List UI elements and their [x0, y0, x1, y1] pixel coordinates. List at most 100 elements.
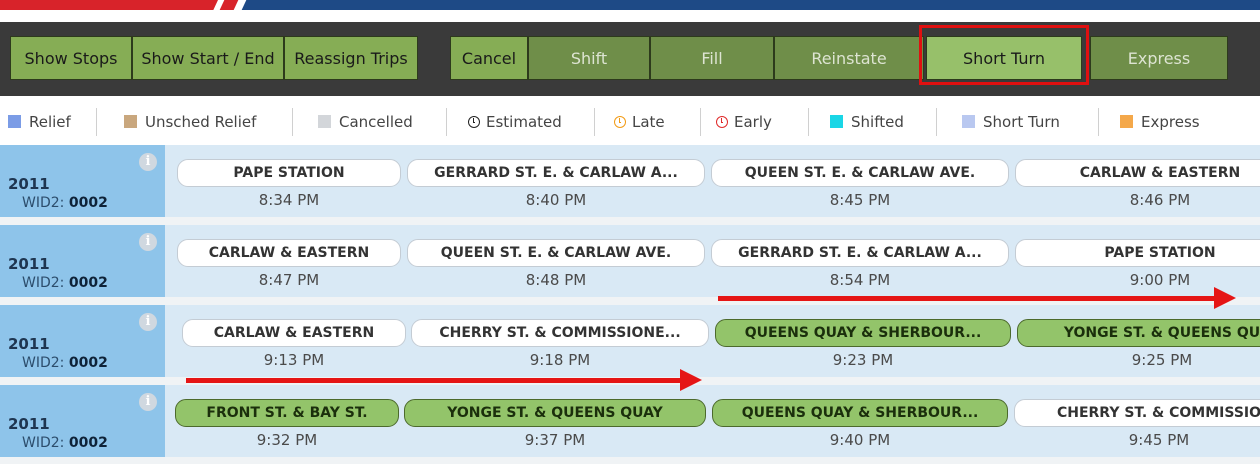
legend-label: Estimated: [486, 113, 562, 131]
trip-row: i 2011 WID2: 0002 CARLAW & EASTERN 9:13 …: [0, 305, 1260, 377]
status-legend: Relief Unsched Relief Cancelled Estimate…: [0, 100, 1260, 144]
express-stop-chip[interactable]: QUEENS QUAY & SHERBOUR...: [712, 399, 1008, 427]
wid-value: 0002: [68, 435, 108, 451]
stop-chip[interactable]: GERRARD ST. E. & CARLAW A...: [711, 239, 1009, 267]
stop-time: 9:40 PM: [829, 431, 891, 449]
stop-time: 9:18 PM: [529, 351, 591, 369]
stop-time: 9:45 PM: [1128, 431, 1190, 449]
clock-icon: [468, 116, 480, 128]
brand-stripe-blue: [241, 0, 1260, 10]
brand-stripe-red: [0, 0, 218, 10]
wid-label: WID2: 0002: [22, 275, 108, 291]
stop-chip[interactable]: QUEEN ST. E. & CARLAW AVE.: [711, 159, 1009, 187]
wid-caption: WID2:: [22, 195, 65, 211]
legend-short-turn: Short Turn: [962, 110, 1060, 134]
info-icon[interactable]: i: [139, 153, 157, 171]
legend-cancelled: Cancelled: [318, 110, 413, 134]
shifted-swatch: [830, 115, 843, 128]
trip-row: i 2011 WID2: 0002 PAPE STATION 8:34 PM G…: [0, 145, 1260, 217]
run-number: 2011: [8, 335, 50, 353]
wid-caption: WID2:: [22, 275, 65, 291]
short-turn-highlight: [919, 25, 1089, 85]
express-stop-chip[interactable]: QUEENS QUAY & SHERBOUR...: [715, 319, 1011, 347]
legend-divider: [936, 108, 937, 136]
stop-time: 9:37 PM: [524, 431, 586, 449]
cancel-button[interactable]: Cancel: [450, 36, 528, 80]
express-stop-chip[interactable]: YONGE ST. & QUEENS QUAY: [404, 399, 706, 427]
legend-late: Late: [614, 110, 665, 134]
fill-button[interactable]: Fill: [650, 36, 774, 80]
legend-label: Shifted: [851, 113, 904, 131]
wid-value: 0002: [68, 275, 108, 291]
run-number: 2011: [8, 415, 50, 433]
show-stops-button[interactable]: Show Stops: [10, 36, 132, 80]
short-turn-swatch: [962, 115, 975, 128]
run-number: 2011: [8, 175, 50, 193]
stop-time: 8:54 PM: [829, 271, 891, 289]
legend-label: Cancelled: [339, 113, 413, 131]
trip-header: i 2011 WID2: 0002: [0, 145, 165, 217]
stop-time: 9:13 PM: [263, 351, 325, 369]
stop-chip[interactable]: GERRARD ST. E. & CARLAW A...: [407, 159, 705, 187]
legend-express: Express: [1120, 110, 1200, 134]
legend-unsched-relief: Unsched Relief: [124, 110, 256, 134]
stop-time: 8:40 PM: [525, 191, 587, 209]
reinstate-button[interactable]: Reinstate: [774, 36, 924, 80]
shift-button[interactable]: Shift: [528, 36, 650, 80]
legend-divider: [808, 108, 809, 136]
info-icon[interactable]: i: [139, 233, 157, 251]
wid-caption: WID2:: [22, 435, 65, 451]
trip-row: i 2011 WID2: 0002 FRONT ST. & BAY ST. 9:…: [0, 385, 1260, 457]
trip-row: i 2011 WID2: 0002 CARLAW & EASTERN 8:47 …: [0, 225, 1260, 297]
wid-value: 0002: [68, 355, 108, 371]
stop-chip[interactable]: CARLAW & EASTERN: [177, 239, 401, 267]
clock-icon: [614, 116, 626, 128]
stop-chip[interactable]: PAPE STATION: [1015, 239, 1260, 267]
wid-caption: WID2:: [22, 355, 65, 371]
trip-header: i 2011 WID2: 0002: [0, 305, 165, 377]
express-stop-chip[interactable]: YONGE ST. & QUEENS QU: [1017, 319, 1260, 347]
relief-swatch: [8, 115, 21, 128]
legend-relief: Relief: [8, 110, 71, 134]
legend-label: Short Turn: [983, 113, 1060, 131]
legend-divider: [446, 108, 447, 136]
stop-chip[interactable]: CHERRY ST. & COMMISSIO: [1014, 399, 1260, 427]
stop-chip[interactable]: CARLAW & EASTERN: [182, 319, 406, 347]
stop-time: 8:46 PM: [1129, 191, 1191, 209]
legend-label: Express: [1141, 113, 1200, 131]
stop-chip[interactable]: QUEEN ST. E. & CARLAW AVE.: [407, 239, 705, 267]
stop-chip[interactable]: CHERRY ST. & COMMISSIONE...: [411, 319, 709, 347]
legend-estimated: Estimated: [468, 110, 562, 134]
reassign-trips-button[interactable]: Reassign Trips: [284, 36, 418, 80]
legend-divider: [96, 108, 97, 136]
stop-chip[interactable]: CARLAW & EASTERN: [1015, 159, 1260, 187]
legend-early: Early: [716, 110, 772, 134]
stop-time: 8:47 PM: [258, 271, 320, 289]
legend-label: Late: [632, 113, 665, 131]
legend-divider: [700, 108, 701, 136]
legend-divider: [292, 108, 293, 136]
run-number: 2011: [8, 255, 50, 273]
express-button[interactable]: Express: [1090, 36, 1228, 80]
brand-stripe-red-small: [219, 0, 239, 10]
info-icon[interactable]: i: [139, 313, 157, 331]
stop-time: 8:48 PM: [525, 271, 587, 289]
info-icon[interactable]: i: [139, 393, 157, 411]
show-start-end-button[interactable]: Show Start / End: [132, 36, 284, 80]
express-stop-chip[interactable]: FRONT ST. & BAY ST.: [175, 399, 399, 427]
stop-time: 9:32 PM: [256, 431, 318, 449]
stop-time: 8:45 PM: [829, 191, 891, 209]
stop-time: 9:25 PM: [1131, 351, 1193, 369]
stop-chip[interactable]: PAPE STATION: [177, 159, 401, 187]
legend-divider: [594, 108, 595, 136]
unsched-relief-swatch: [124, 115, 137, 128]
wid-label: WID2: 0002: [22, 355, 108, 371]
stop-time: 8:34 PM: [258, 191, 320, 209]
express-swatch: [1120, 115, 1133, 128]
legend-shifted: Shifted: [830, 110, 904, 134]
cancelled-swatch: [318, 115, 331, 128]
trip-header: i 2011 WID2: 0002: [0, 385, 165, 457]
legend-label: Early: [734, 113, 772, 131]
wid-label: WID2: 0002: [22, 195, 108, 211]
wid-label: WID2: 0002: [22, 435, 108, 451]
